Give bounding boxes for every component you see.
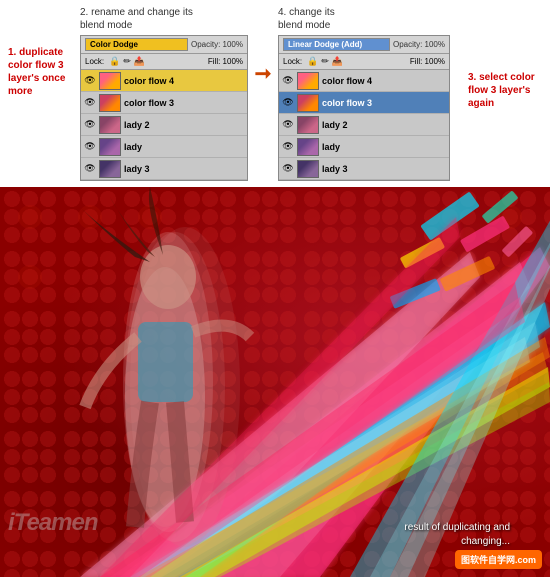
eye-icon[interactable]: 👁: [282, 163, 294, 175]
layer-row[interactable]: 👁 color flow 4: [279, 70, 449, 92]
step2-label: 2. rename and change its blend mode: [80, 6, 193, 32]
bottom-image: iTeamen result of duplicating and changi…: [0, 187, 550, 577]
eye-icon[interactable]: 👁: [282, 141, 294, 153]
layer-name: lady 3: [322, 164, 446, 174]
layer-thumb: [99, 138, 121, 156]
layer-thumb: [297, 138, 319, 156]
result-label: result of duplicating and changing...: [404, 521, 510, 549]
eye-icon[interactable]: 👁: [84, 97, 96, 109]
right-fill-label: Fill: 100%: [410, 57, 445, 66]
layer-row[interactable]: 👁 lady: [81, 136, 247, 158]
layer-name: color flow 4: [322, 76, 446, 86]
step3-label: 3. select color flow 3 layer's again: [468, 71, 540, 110]
layer-name: lady 2: [322, 120, 446, 130]
layer-thumb: [99, 72, 121, 90]
eye-icon[interactable]: 👁: [282, 119, 294, 131]
left-fill-label: Fill: 100%: [208, 57, 243, 66]
layer-thumb: [297, 160, 319, 178]
step4-label: 4. change its blend mode: [278, 6, 358, 32]
right-blend-dropdown[interactable]: Linear Dodge (Add): [283, 38, 390, 51]
site-badge: 图软件自学网.com: [455, 550, 542, 569]
watermark-text: iTeamen: [8, 509, 97, 537]
eye-icon[interactable]: 👁: [282, 75, 294, 87]
eye-icon[interactable]: 👁: [84, 163, 96, 175]
layer-thumb: [297, 72, 319, 90]
top-section: 1. duplicate color flow 3 layer's once m…: [0, 0, 550, 187]
layer-row[interactable]: 👁 lady 3: [279, 158, 449, 180]
right-opacity-label: Opacity: 100%: [393, 40, 445, 49]
layer-name: lady 2: [124, 120, 244, 130]
layer-thumb: [99, 94, 121, 112]
layer-name: lady 3: [124, 164, 244, 174]
layer-name: color flow 3: [322, 98, 446, 108]
layer-thumb: [297, 94, 319, 112]
right-arrow-icon: ➞: [255, 61, 272, 86]
eye-icon[interactable]: 👁: [84, 75, 96, 87]
layer-row[interactable]: 👁 color flow 3: [81, 92, 247, 114]
eye-icon[interactable]: 👁: [84, 119, 96, 131]
layer-row[interactable]: 👁 lady 3: [81, 158, 247, 180]
layer-thumb: [99, 160, 121, 178]
eye-icon[interactable]: 👁: [84, 141, 96, 153]
left-lock-label: Lock:: [85, 57, 104, 66]
layer-name: lady: [124, 142, 244, 152]
left-opacity-label: Opacity: 100%: [191, 40, 243, 49]
layer-name: lady: [322, 142, 446, 152]
left-blend-dropdown[interactable]: Color Dodge: [85, 38, 188, 51]
layer-thumb: [99, 116, 121, 134]
right-ps-panel: Linear Dodge (Add) Opacity: 100% Lock: 🔒…: [278, 35, 450, 181]
eye-icon[interactable]: 👁: [282, 97, 294, 109]
layer-thumb: [297, 116, 319, 134]
layer-row[interactable]: 👁 color flow 4: [81, 70, 247, 92]
left-ps-panel: Color Dodge Opacity: 100% Lock: 🔒 ✏ 📤 Fi…: [80, 35, 248, 181]
layer-name: color flow 4: [124, 76, 244, 86]
layer-name: color flow 3: [124, 98, 244, 108]
right-lock-label: Lock:: [283, 57, 302, 66]
layer-row[interactable]: 👁 lady: [279, 136, 449, 158]
layer-row[interactable]: 👁 lady 2: [81, 114, 247, 136]
layer-row[interactable]: 👁 color flow 3: [279, 92, 449, 114]
layer-row[interactable]: 👁 lady 2: [279, 114, 449, 136]
step1-label: 1. duplicate color flow 3 layer's once m…: [8, 6, 80, 98]
